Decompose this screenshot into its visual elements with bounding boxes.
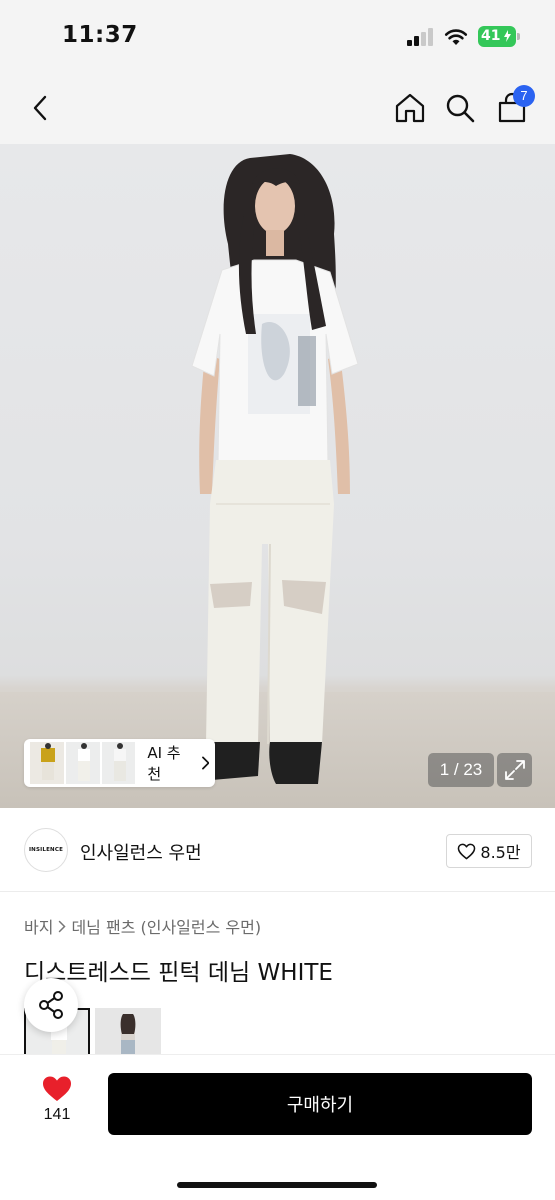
battery-level: 41 [481, 28, 501, 44]
ai-thumbnail-3 [101, 742, 136, 784]
brand-row: INSILENCE 인사일런스 우먼 8.5만 [0, 808, 555, 892]
signal-icon [407, 28, 434, 46]
home-icon [395, 93, 425, 123]
product-title: 디스트레스드 핀턱 데님 WHITE [24, 960, 333, 986]
wishlist-button[interactable]: 141 [30, 1075, 84, 1131]
buy-button[interactable]: 구매하기 [108, 1073, 532, 1135]
chevron-right-icon [201, 756, 209, 770]
status-time: 11:37 [62, 22, 138, 48]
breadcrumb-item-subcategory[interactable]: 데님 팬츠 (인사일런스 우먼) [71, 914, 261, 938]
brand-logo[interactable]: INSILENCE [24, 828, 68, 872]
bottom-action-bar: 141 구매하기 [0, 1054, 555, 1200]
cart-badge: 7 [513, 85, 535, 107]
breadcrumb: 바지 데님 팬츠 (인사일런스 우먼) [24, 914, 261, 938]
home-button[interactable] [388, 86, 432, 130]
expand-image-button[interactable] [497, 753, 532, 787]
product-image-carousel[interactable]: AI 추천 1 / 23 [0, 144, 555, 808]
cart-button[interactable]: 7 [490, 85, 535, 130]
back-button[interactable] [18, 86, 62, 130]
back-icon [33, 95, 47, 121]
battery-icon: 41 [478, 26, 520, 47]
heart-outline-icon [458, 843, 476, 859]
brand-like-count: 8.5만 [480, 843, 521, 862]
brand-like-button[interactable]: 8.5만 [446, 834, 532, 868]
search-icon [446, 94, 475, 123]
status-bar: 11:37 41 [0, 0, 555, 72]
wishlist-count: 141 [43, 1106, 71, 1123]
chevron-right-icon [59, 920, 67, 932]
search-button[interactable] [438, 86, 482, 130]
breadcrumb-item-category[interactable]: 바지 [24, 914, 53, 938]
ai-recommendation-button[interactable]: AI 추천 [24, 739, 215, 787]
share-button[interactable] [24, 978, 78, 1032]
ai-recommendation-label: AI 추천 [147, 744, 181, 783]
ai-thumbnail-2 [65, 742, 100, 784]
image-page-counter: 1 / 23 [428, 753, 494, 787]
wifi-icon [443, 27, 469, 51]
brand-name[interactable]: 인사일런스 우먼 [80, 839, 202, 865]
home-indicator [177, 1182, 377, 1188]
expand-icon [504, 760, 525, 780]
share-icon [39, 991, 63, 1019]
nav-bar: 7 [0, 72, 555, 144]
product-thumbnail-2[interactable] [95, 1008, 161, 1060]
model-photo [191, 154, 359, 784]
ai-thumbnail-1 [30, 742, 64, 784]
heart-filled-icon [43, 1076, 71, 1101]
